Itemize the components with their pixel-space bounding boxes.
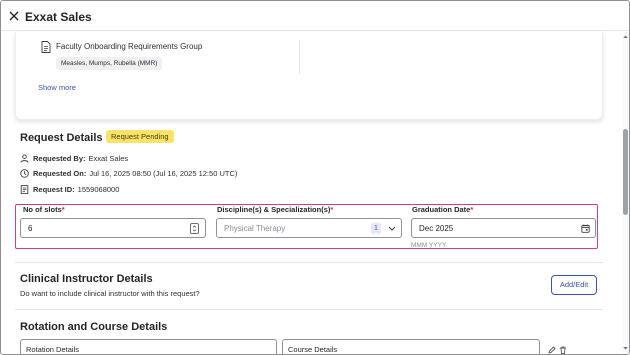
rotation-course-title: Rotation and Course Details <box>20 321 168 333</box>
scroll-down-arrow-icon[interactable] <box>622 344 629 352</box>
rotation-details-box: Rotation Details <box>20 339 277 354</box>
dialog-title: Exxat Sales <box>25 10 92 24</box>
requested-by-value: Exxat Sales <box>88 153 129 163</box>
required-mark: * <box>470 205 474 214</box>
course-details-label: Course Details <box>288 345 338 354</box>
graduation-date-input[interactable]: Dec 2025 <box>411 218 596 238</box>
dialog-window: Exxat Sales Faculty Onboarding Requireme… <box>0 0 630 355</box>
graduation-label: Graduation Date* <box>412 205 473 214</box>
clinical-instructor-question: Do want to include clinical instructor w… <box>20 289 200 298</box>
selected-count-badge: 1 <box>371 223 381 234</box>
slots-stepper[interactable]: 6 <box>20 218 206 238</box>
requirement-group-name: Faculty Onboarding Requirements Group <box>56 42 203 51</box>
add-edit-button[interactable]: Add/Edit <box>551 275 597 295</box>
document-icon <box>41 41 51 53</box>
discipline-placeholder: Physical Therapy <box>224 224 286 233</box>
requirements-card: Faculty Onboarding Requirements Group Me… <box>15 32 603 120</box>
section-divider <box>15 262 603 263</box>
discipline-select[interactable]: Physical Therapy 1 <box>216 218 402 238</box>
edit-icon[interactable] <box>548 346 556 354</box>
slots-label-text: No of slots <box>23 205 62 214</box>
stepper-icon[interactable] <box>190 223 199 234</box>
status-badge: Request Pending <box>106 130 174 143</box>
request-id-label: Request ID: <box>33 184 75 194</box>
chevron-down-icon[interactable] <box>388 225 396 232</box>
graduation-value: Dec 2025 <box>419 224 454 233</box>
discipline-label-text: Discipline(s) & Specialization(s) <box>217 205 331 214</box>
discipline-label: Discipline(s) & Specialization(s)* <box>217 205 333 214</box>
request-details-title: Request Details <box>20 132 103 144</box>
user-icon <box>20 153 29 163</box>
show-more-link[interactable]: Show more <box>38 83 76 92</box>
dialog-header: Exxat Sales <box>1 1 629 31</box>
date-format-hint: MMM YYYY <box>411 242 447 249</box>
slots-value: 6 <box>28 224 33 233</box>
clock-icon <box>20 168 29 178</box>
course-details-box: Course Details <box>282 339 540 354</box>
requested-on-value: Jul 16, 2025 08:50 (Jul 16, 2025 12:50 U… <box>89 168 238 178</box>
scrollbar-thumb[interactable] <box>623 129 628 215</box>
request-id-value: 1559068000 <box>77 184 120 194</box>
section-divider <box>15 309 603 310</box>
requirement-chip: Measles, Mumps, Rubella (MMR) <box>56 57 163 70</box>
calendar-icon[interactable] <box>581 224 590 233</box>
required-mark: * <box>330 205 334 214</box>
slots-label: No of slots* <box>23 205 65 214</box>
close-icon[interactable] <box>7 9 21 23</box>
scroll-up-arrow-icon[interactable] <box>622 33 629 41</box>
graduation-label-text: Graduation Date <box>412 205 471 214</box>
trash-icon[interactable] <box>559 346 567 354</box>
clinical-instructor-title: Clinical Instructor Details <box>20 273 153 285</box>
request-id-row: Request ID: 1559068000 <box>20 183 119 195</box>
required-mark: * <box>61 205 65 214</box>
id-document-icon <box>20 184 29 194</box>
requested-by-label: Requested By: <box>33 153 86 163</box>
requested-on-row: Requested On: Jul 16, 2025 08:50 (Jul 16… <box>20 167 237 179</box>
requested-on-label: Requested On: <box>33 168 87 178</box>
requested-by-row: Requested By: Exxat Sales <box>20 152 128 164</box>
rotation-details-label: Rotation Details <box>26 345 79 354</box>
card-divider <box>299 40 300 74</box>
